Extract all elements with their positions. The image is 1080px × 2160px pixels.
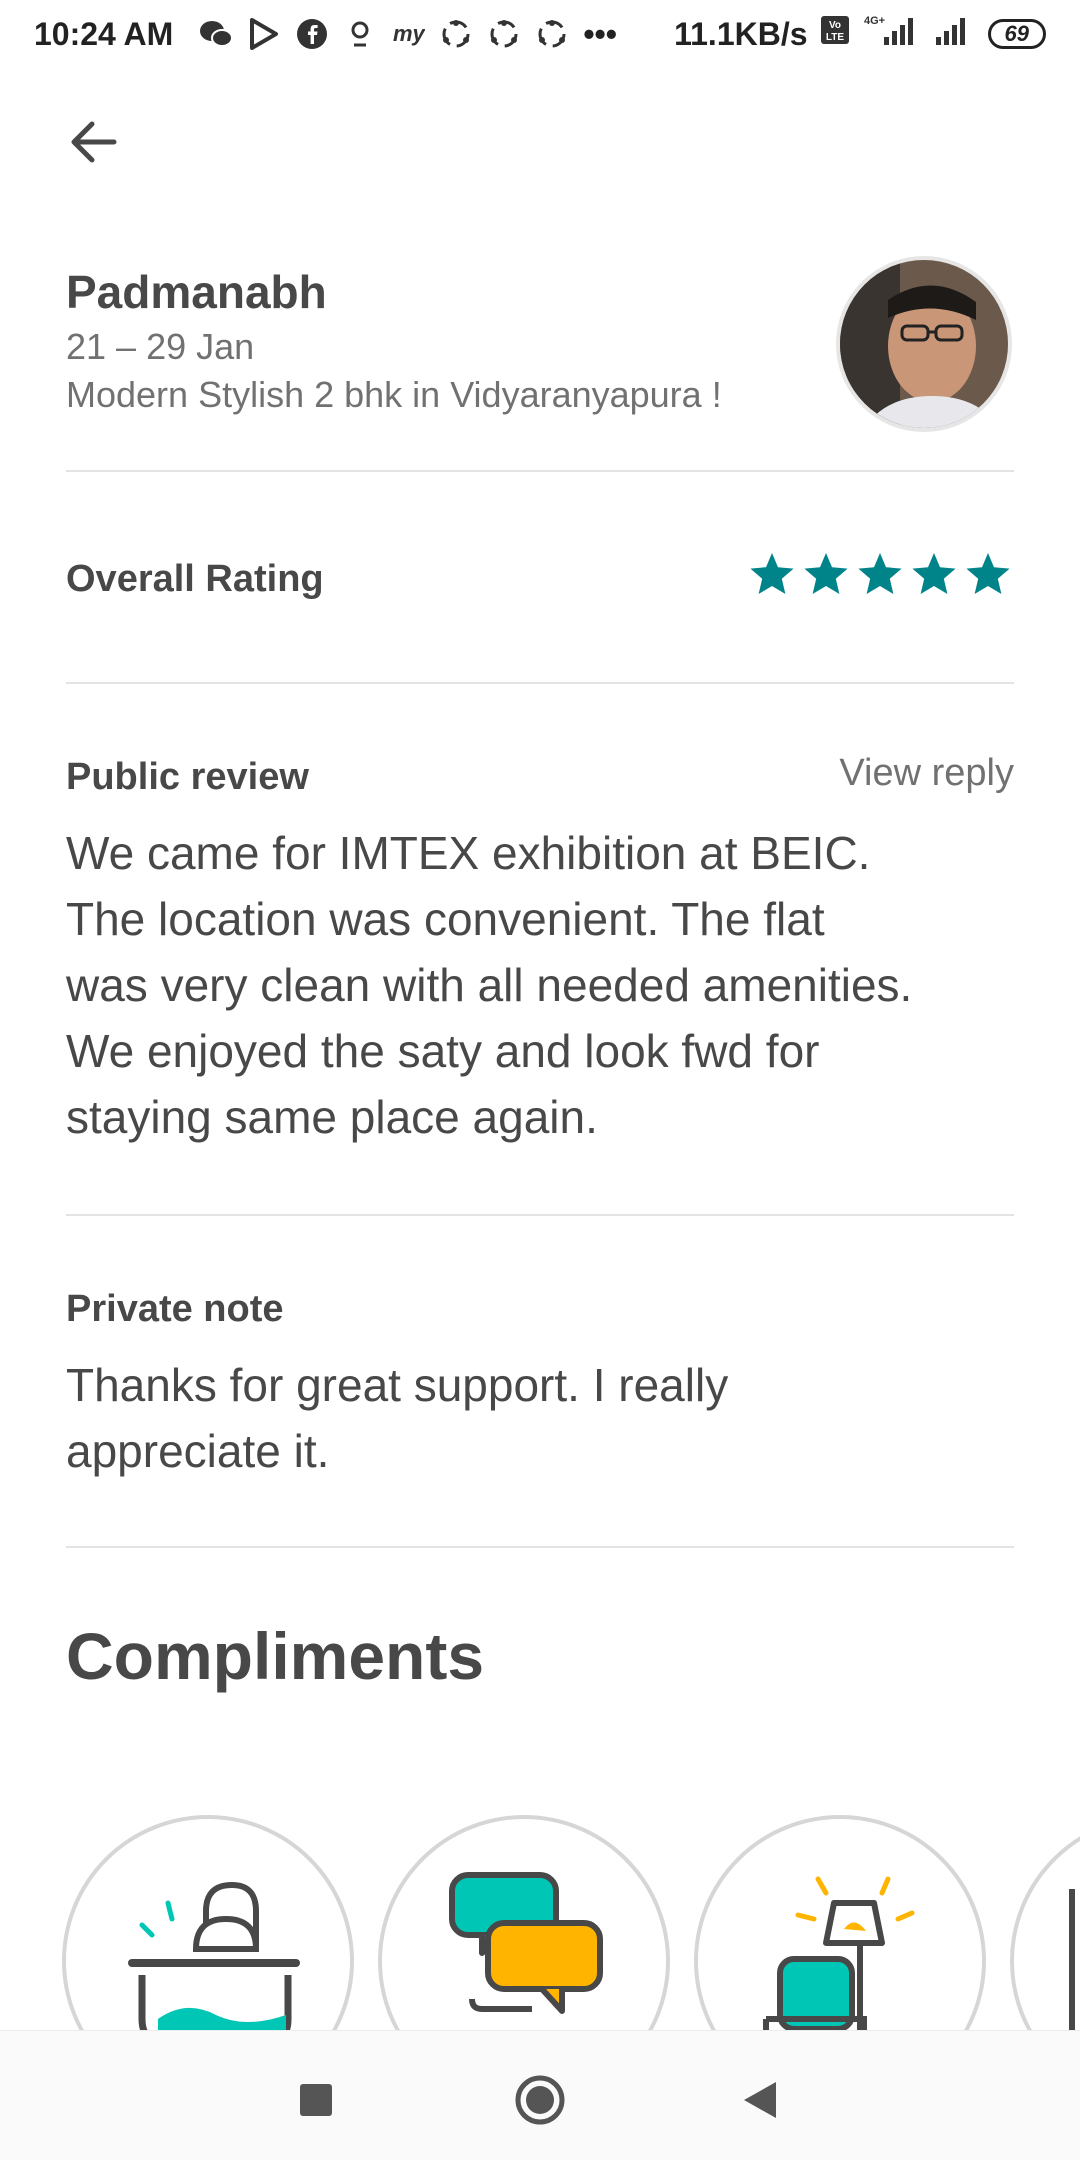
divider <box>66 1546 1014 1548</box>
location-pin-icon <box>343 17 377 51</box>
back-button[interactable] <box>62 112 126 181</box>
signal-icon <box>932 13 976 55</box>
star-icon <box>750 553 794 594</box>
svg-text:my: my <box>393 21 425 46</box>
public-review-label: Public review <box>66 756 309 798</box>
divider <box>66 1214 1014 1216</box>
review-line: staying same place again. <box>66 1091 598 1143</box>
compliment-badge-bathtub[interactable] <box>62 1815 354 2030</box>
divider <box>66 470 1014 472</box>
note-line: Thanks for great support. I really <box>66 1359 729 1411</box>
home-circle-icon <box>515 2075 565 2125</box>
chat-bubbles-icon <box>449 1872 603 2014</box>
myntra-icon: my <box>391 17 425 51</box>
compliments-carousel[interactable] <box>62 1815 1080 2030</box>
compliment-badge-communication[interactable] <box>378 1815 670 2030</box>
star-icon <box>804 553 848 594</box>
share-it-icon-2 <box>487 17 521 51</box>
arrow-left-icon <box>71 121 117 163</box>
share-it-icon-3 <box>535 17 569 51</box>
star-icon <box>858 553 902 594</box>
recent-apps-button[interactable] <box>286 2070 346 2130</box>
compliment-badge-partial[interactable] <box>1010 1815 1080 2030</box>
star-rating <box>748 550 1012 598</box>
listing-title[interactable]: Modern Stylish 2 bhk in Vidyaranyapura ! <box>66 374 722 416</box>
back-nav-button[interactable] <box>730 2070 790 2130</box>
review-line: The location was convenient. The flat <box>66 893 825 945</box>
home-button[interactable] <box>510 2070 570 2130</box>
volte-icon: Vo LTE <box>820 15 850 53</box>
share-it-icon <box>439 17 473 51</box>
review-line: We came for IMTEX exhibition at BEIC. <box>66 827 871 879</box>
compliments-title: Compliments <box>66 1619 485 1693</box>
star-icon <box>912 553 956 594</box>
svg-text:LTE: LTE <box>825 32 843 43</box>
public-review-text: We came for IMTEX exhibition at BEIC. Th… <box>66 820 1026 1150</box>
play-store-icon <box>247 17 281 51</box>
review-line: was very clean with all needed amenities… <box>66 959 913 1011</box>
review-line: We enjoyed the saty and look fwd for <box>66 1025 820 1077</box>
star-icon <box>966 553 1010 594</box>
svg-text:4G+: 4G+ <box>864 15 885 27</box>
divider <box>66 682 1014 684</box>
battery-indicator: 69 <box>987 19 1046 49</box>
private-note-label: Private note <box>66 1288 284 1330</box>
square-icon <box>300 2084 332 2116</box>
note-line: appreciate it. <box>66 1425 330 1477</box>
stay-dates: 21 – 29 Jan <box>66 326 255 367</box>
host-avatar[interactable] <box>836 256 1012 432</box>
status-bar: 10:24 AM my ••• 11.1KB/s Vo LTE 4G+ 69 <box>0 0 1080 68</box>
more-notifications-icon: ••• <box>583 15 617 52</box>
status-time: 10:24 AM <box>34 15 174 52</box>
signal-4g-icon: 4G+ <box>862 13 920 55</box>
triangle-back-icon <box>744 2082 776 2118</box>
private-note-text: Thanks for great support. I really appre… <box>66 1352 1026 1484</box>
svg-text:Vo: Vo <box>828 20 840 31</box>
view-reply-link[interactable]: View reply <box>839 752 1014 795</box>
bathtub-icon <box>128 1881 300 2030</box>
host-name: Padmanabh <box>66 266 327 318</box>
partial-badge-icon <box>1069 1889 1075 2030</box>
network-speed: 11.1KB/s <box>674 15 808 52</box>
facebook-icon <box>295 17 329 51</box>
wechat-icon <box>199 17 234 51</box>
overall-rating-label: Overall Rating <box>66 558 324 600</box>
compliment-badge-decor[interactable] <box>694 1815 986 2030</box>
armchair-lamp-icon <box>763 1876 915 2030</box>
